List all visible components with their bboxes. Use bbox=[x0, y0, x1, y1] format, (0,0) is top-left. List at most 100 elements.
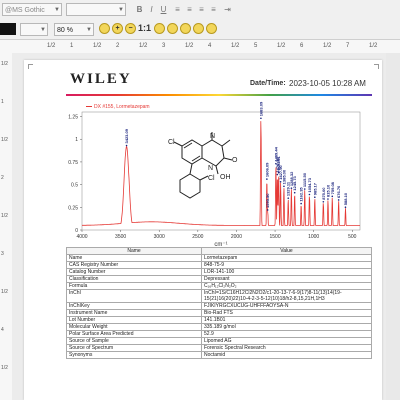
zoom-width-icon[interactable] bbox=[167, 23, 178, 34]
horizontal-ruler: 1/2 1 1/2 2 1/2 3 1/2 4 1/2 5 1/2 6 1/2 7 1/2 bbox=[0, 40, 400, 54]
peak-marker bbox=[300, 202, 302, 205]
ruler-label: 1 bbox=[70, 43, 74, 49]
peak-label: 1385.00 bbox=[281, 169, 286, 184]
property-name-cell: InChIKey bbox=[66, 302, 202, 310]
column-header: Value bbox=[201, 247, 372, 255]
ruler-label: 5 bbox=[254, 43, 258, 49]
ruler-label: 1/2 bbox=[93, 43, 102, 49]
property-value-cell: Lipomed AG bbox=[201, 337, 372, 345]
property-value-cell: Bio-Rad FTS bbox=[201, 309, 372, 317]
zoom-page-icon[interactable] bbox=[154, 23, 165, 34]
ruler-label: 1/2 bbox=[1, 213, 8, 219]
ruler-label: 1 bbox=[1, 99, 4, 105]
zoom-area-icon[interactable] bbox=[180, 23, 191, 34]
table-row: Polar Surface Area Predicted 52.9 bbox=[66, 330, 372, 338]
property-value-cell: Lormetazepam bbox=[201, 254, 372, 262]
ruler-label: 1/2 bbox=[323, 43, 332, 49]
peak-marker bbox=[308, 193, 311, 196]
property-name-cell: Source of Spectrum bbox=[66, 344, 202, 352]
font-name-combo[interactable]: @MS Gothic ▼ bbox=[2, 3, 62, 16]
right-margin-panel bbox=[386, 53, 400, 400]
ruler-label: 1/2 bbox=[231, 43, 240, 49]
font-name-value: @MS Gothic bbox=[5, 7, 45, 14]
color-swatch[interactable] bbox=[0, 23, 16, 35]
brand-logo: WILEY bbox=[70, 71, 132, 87]
property-name-cell: Lot Number bbox=[66, 316, 202, 324]
line-style-combo[interactable]: ▼ bbox=[20, 23, 48, 36]
atom-cl: Cl bbox=[168, 139, 175, 146]
peak-marker bbox=[125, 144, 128, 147]
ruler-label: 3 bbox=[162, 43, 166, 49]
font-size-combo[interactable]: ▼ bbox=[66, 3, 126, 16]
atom-n: N bbox=[208, 165, 213, 172]
italic-button[interactable]: I bbox=[146, 4, 157, 16]
margin-corner-mark bbox=[28, 64, 33, 69]
chevron-down-icon[interactable]: ▼ bbox=[86, 24, 92, 37]
property-value-cell: 141.1B01 bbox=[201, 316, 372, 324]
zoom-fit-icon[interactable] bbox=[99, 23, 110, 34]
peak-marker bbox=[314, 196, 316, 199]
zoom-combo[interactable]: 80 % ▼ bbox=[54, 23, 94, 36]
zoom-reset-button[interactable]: 1:1 bbox=[138, 23, 151, 33]
property-value-cell: 335.189 g/mol bbox=[201, 323, 372, 331]
x-tick-label: 2500 bbox=[192, 234, 203, 240]
align-right-icon[interactable]: ≡ bbox=[196, 4, 207, 16]
property-value-cell: Depressant bbox=[201, 275, 372, 283]
compound-properties-table: Name Value Name Lormetazepam CAS Registry … bbox=[66, 247, 372, 359]
column-header: Name bbox=[66, 247, 202, 255]
table-row: Synonyms Noctamid bbox=[66, 351, 372, 359]
property-name-cell: Molecular Weight bbox=[66, 323, 202, 331]
property-name-cell: Catalog Number bbox=[66, 268, 202, 276]
peak-label: 1606.09 bbox=[264, 162, 269, 177]
property-name-cell: Polar Surface Area Predicted bbox=[66, 330, 202, 338]
ruler-label: 7 bbox=[346, 43, 350, 49]
property-value-cell: LOR-141-100 bbox=[201, 268, 372, 276]
y-tick-label: 1.25 bbox=[68, 115, 78, 121]
peak-label: 676.70 bbox=[336, 185, 341, 198]
x-tick-label: 2000 bbox=[231, 234, 242, 240]
ruler-label: 2 bbox=[116, 43, 120, 49]
zoom-in-icon[interactable]: + bbox=[112, 23, 123, 34]
margin-corner-mark bbox=[374, 64, 379, 69]
peak-label: 1683.09 bbox=[258, 101, 263, 116]
justify-icon[interactable]: ≡ bbox=[208, 4, 219, 16]
align-left-icon[interactable]: ≡ bbox=[172, 4, 183, 16]
zoom-out-icon[interactable]: − bbox=[125, 23, 136, 34]
ruler-label: 1/2 bbox=[1, 137, 8, 143]
x-tick-label: 3500 bbox=[115, 234, 126, 240]
property-value-cell: Forensic Spectral Research bbox=[201, 344, 372, 352]
chevron-down-icon[interactable]: ▼ bbox=[54, 4, 60, 17]
underline-button[interactable]: U bbox=[158, 4, 169, 16]
x-tick-label: 3000 bbox=[154, 234, 165, 240]
table-row: Catalog Number LOR-141-100 bbox=[66, 268, 372, 276]
peak-label: 1595.50 bbox=[265, 193, 270, 208]
atom-oh: OH bbox=[220, 174, 231, 181]
peak-marker bbox=[322, 200, 325, 203]
peak-marker bbox=[266, 209, 269, 211]
y-tick-label: 0.75 bbox=[68, 160, 78, 166]
table-row: Source of Spectrum Forensic Spectral Rese… bbox=[66, 344, 372, 352]
ruler-label: 1/2 bbox=[369, 43, 378, 49]
table-row: Molecular Weight 335.189 g/mol bbox=[66, 323, 372, 331]
peak-label: 1054.73 bbox=[307, 177, 312, 192]
indent-icon[interactable]: ⇥ bbox=[222, 4, 233, 16]
peak-label: 985.17 bbox=[312, 182, 317, 195]
property-value-cell: 52.9 bbox=[201, 330, 372, 338]
bold-button[interactable]: B bbox=[134, 4, 145, 16]
property-name-cell: Formula bbox=[66, 282, 202, 290]
peak-marker bbox=[283, 185, 285, 188]
zoom-next-icon[interactable] bbox=[206, 23, 217, 34]
ruler-label: 1/2 bbox=[1, 61, 8, 67]
header-rule bbox=[66, 94, 372, 96]
peak-marker bbox=[344, 206, 347, 209]
legend-line bbox=[86, 106, 92, 108]
chevron-down-icon[interactable]: ▼ bbox=[118, 4, 124, 17]
property-name-cell: Source of Sample bbox=[66, 337, 202, 345]
zoom-previous-icon[interactable] bbox=[193, 23, 204, 34]
molecule-structure: Cl N O N OH Cl bbox=[168, 132, 238, 199]
table-row: CAS Registry Number 848-75-9 bbox=[66, 261, 372, 269]
align-center-icon[interactable]: ≡ bbox=[184, 4, 195, 16]
chevron-down-icon[interactable]: ▼ bbox=[40, 24, 46, 37]
property-name-cell: Instrument Name bbox=[66, 309, 202, 317]
property-value-cell: InChI=1S/C16H12Cl2N2O2/c1-20-13-7-6-9(17… bbox=[201, 289, 372, 303]
